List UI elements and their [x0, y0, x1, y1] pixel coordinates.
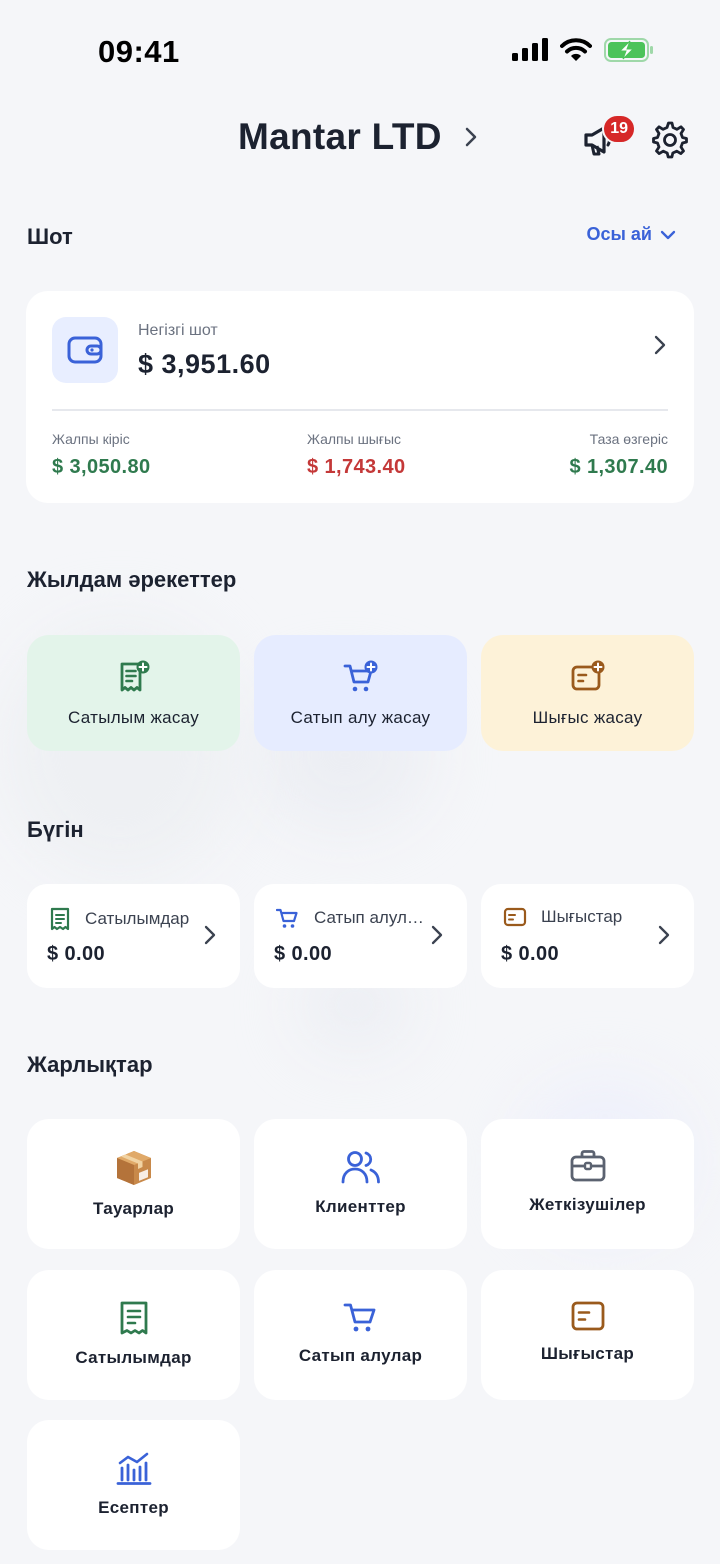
cart-icon: [343, 1300, 379, 1334]
notification-badge: 19: [602, 114, 636, 144]
main-account-card[interactable]: Негізгі шот $ 3,951.60 Жалпы кіріс $ 3,0…: [26, 291, 694, 503]
shortcut-sales-label: Сатылымдар: [75, 1348, 192, 1367]
users-icon: [341, 1149, 381, 1185]
shortcut-products[interactable]: Тауарлар: [27, 1119, 240, 1249]
today-expenses-card[interactable]: Шығыстар $ 0.00: [481, 884, 694, 988]
today-sales-label: Сатылымдар: [85, 909, 190, 928]
chevron-right-icon: [204, 925, 216, 945]
shortcut-sales[interactable]: Сатылымдар: [27, 1270, 240, 1400]
company-name: Mantar LTD: [238, 116, 442, 157]
today-title: Бүгін: [27, 817, 84, 842]
status-time: 09:41: [98, 34, 180, 69]
shortcut-expenses[interactable]: Шығыстар: [481, 1270, 694, 1400]
receipt-icon: [49, 907, 71, 931]
create-expense-button[interactable]: Шығыс жасау: [481, 635, 694, 751]
period-label: Осы ай: [586, 224, 652, 244]
divider: [52, 409, 668, 411]
shortcut-reports-label: Есептер: [98, 1498, 169, 1517]
card-icon: [570, 1300, 606, 1332]
today-expenses-label: Шығыстар: [541, 907, 623, 926]
total-expense-value: $ 1,743.40: [307, 456, 406, 478]
create-purchase-button[interactable]: Сатып алу жасау: [254, 635, 467, 751]
cart-icon: [276, 907, 300, 929]
shortcut-suppliers-label: Жеткізушілер: [529, 1195, 646, 1214]
gear-icon: [651, 121, 689, 159]
status-bar: 09:41: [0, 0, 720, 100]
chevron-right-icon: [464, 126, 478, 148]
chevron-right-icon: [654, 335, 666, 355]
shortcut-products-label: Тауарлар: [92, 1199, 175, 1218]
shortcut-purchases-label: Сатып алулар: [298, 1346, 423, 1365]
create-sale-label: Сатылым жасау: [67, 708, 200, 727]
receipt-icon: [119, 1300, 149, 1336]
wallet-icon-box: [52, 317, 118, 383]
today-sales-amount: $ 0.00: [47, 943, 106, 965]
today-purchases-card[interactable]: Сатып алулар $ 0.00: [254, 884, 467, 988]
net-change: Таза өзгеріс $ 1,307.40: [569, 431, 668, 479]
card-icon: [503, 907, 527, 927]
wallet-icon: [67, 336, 103, 364]
total-income-value: $ 3,050.80: [52, 456, 151, 478]
create-purchase-label: Сатып алу жасау: [290, 708, 431, 727]
cellular-signal-icon: [512, 38, 548, 62]
wallet-card-plus-icon: [570, 660, 606, 694]
shortcut-clients[interactable]: Клиенттер: [254, 1119, 467, 1249]
net-change-label: Таза өзгеріс: [589, 431, 668, 447]
period-selector[interactable]: Осы ай: [587, 224, 676, 245]
today-expenses-header: Шығыстар: [503, 907, 653, 927]
shortcuts-title: Жарлықтар: [27, 1052, 153, 1077]
today-purchases-amount: $ 0.00: [274, 943, 333, 965]
settings-button[interactable]: [648, 118, 692, 162]
today-sales-card[interactable]: Сатылымдар $ 0.00: [27, 884, 240, 988]
briefcase-icon: [569, 1149, 607, 1183]
company-selector[interactable]: Mantar LTD: [238, 116, 478, 158]
chevron-right-icon: [431, 925, 443, 945]
create-sale-button[interactable]: Сатылым жасау: [27, 635, 240, 751]
shortcut-expenses-label: Шығыстар: [540, 1344, 635, 1363]
account-balance: $ 3,951.60: [138, 349, 271, 379]
today-purchases-header: Сатып алулар: [276, 907, 426, 929]
today-expenses-amount: $ 0.00: [501, 943, 560, 965]
shortcut-suppliers[interactable]: Жеткізушілер: [481, 1119, 694, 1249]
account-label: Негізгі шот: [138, 322, 218, 339]
shortcut-clients-label: Клиенттер: [315, 1197, 406, 1216]
bar-chart-icon: [116, 1450, 152, 1486]
today-purchases-label: Сатып алулар: [314, 908, 424, 927]
package-box-icon: [114, 1149, 154, 1187]
account-section-title: Шот: [27, 224, 73, 249]
create-expense-label: Шығыс жасау: [532, 708, 643, 727]
cart-plus-icon: [343, 660, 379, 694]
quick-actions-title: Жылдам әрекеттер: [27, 567, 237, 592]
receipt-plus-icon: [117, 660, 151, 694]
total-expense: Жалпы шығыс $ 1,743.40: [307, 431, 406, 479]
chevron-down-icon: [660, 230, 676, 240]
battery-charging-icon: [604, 38, 654, 62]
today-sales-header: Сатылымдар: [49, 907, 199, 931]
shortcut-purchases[interactable]: Сатып алулар: [254, 1270, 467, 1400]
shortcut-reports[interactable]: Есептер: [27, 1420, 240, 1550]
total-income: Жалпы кіріс $ 3,050.80: [52, 431, 151, 479]
total-income-label: Жалпы кіріс: [52, 431, 130, 447]
status-icons: [512, 38, 654, 62]
total-expense-label: Жалпы шығыс: [307, 431, 402, 447]
wifi-icon: [560, 38, 592, 62]
notifications-button[interactable]: 19: [578, 114, 636, 162]
chevron-right-icon: [658, 925, 670, 945]
net-change-value: $ 1,307.40: [569, 456, 668, 478]
app-header: Mantar LTD 19: [0, 108, 720, 172]
